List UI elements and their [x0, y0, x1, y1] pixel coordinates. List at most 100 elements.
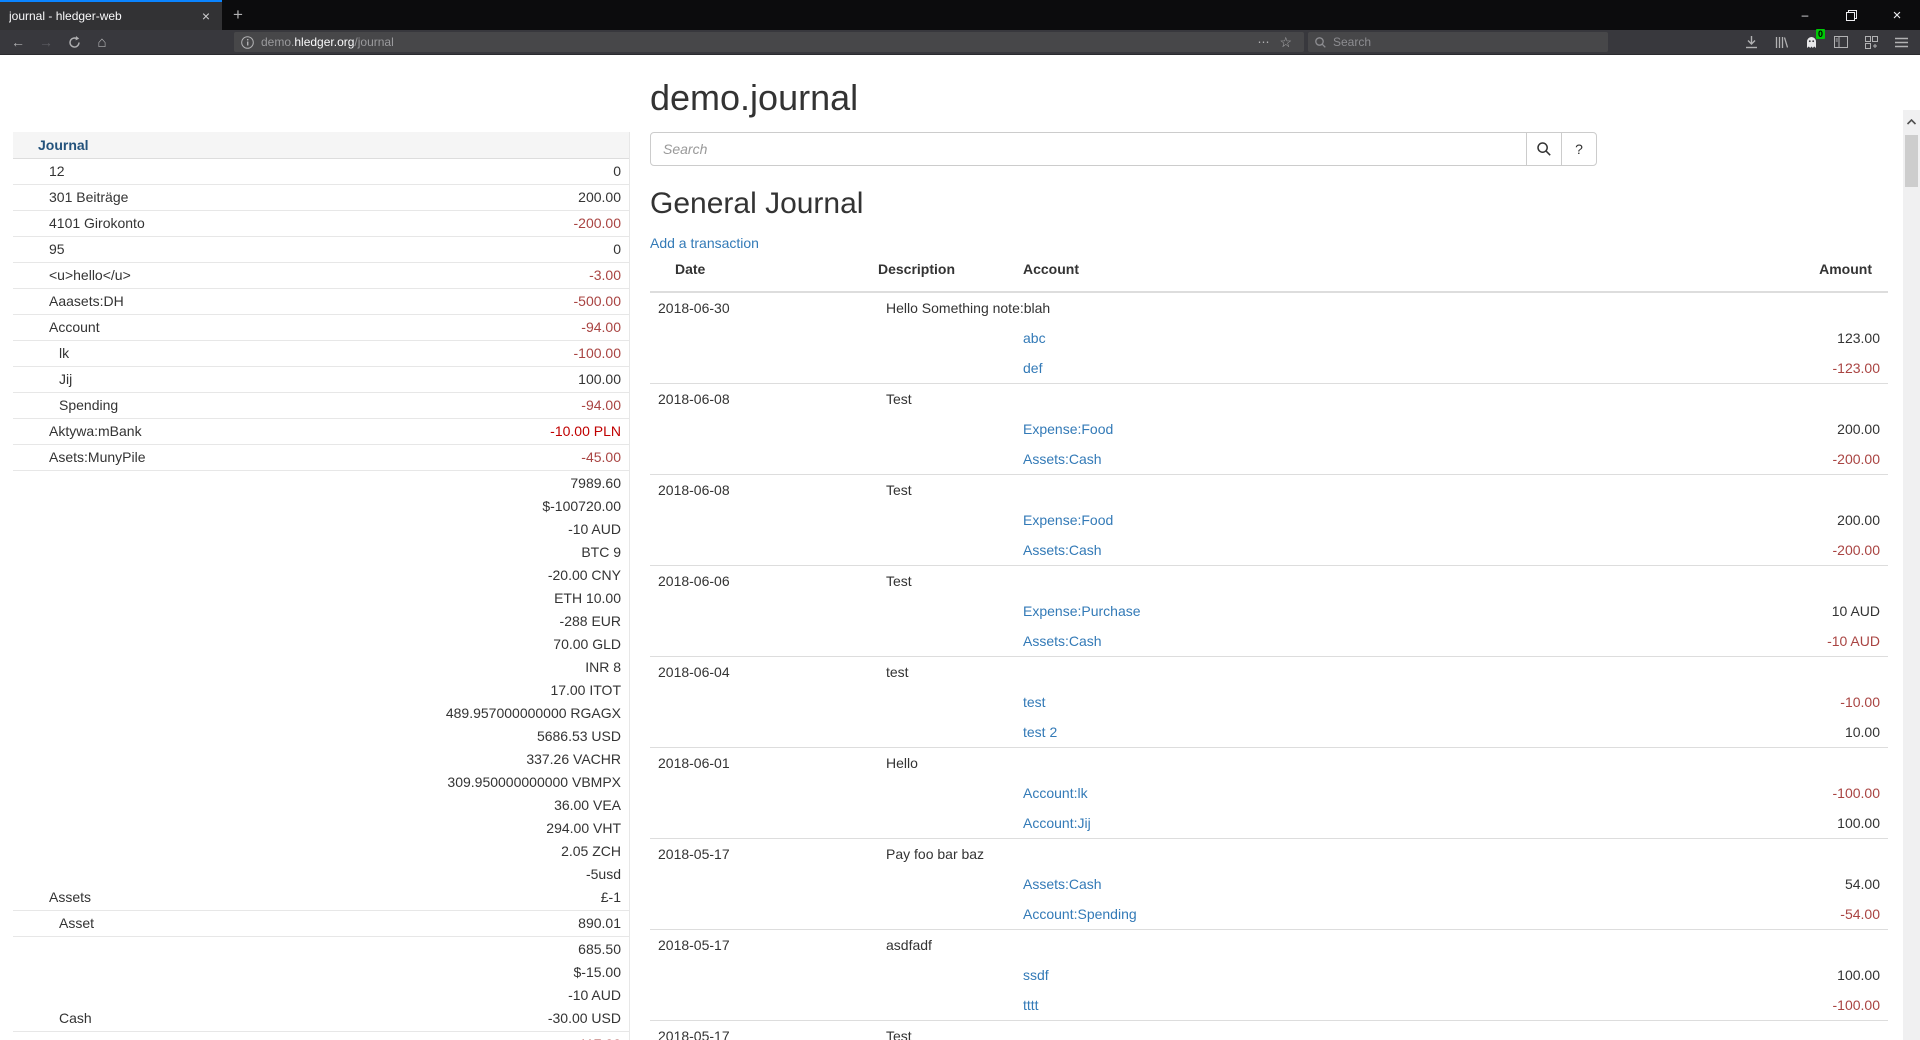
account-balance: 489.957000000000 RGAGX [446, 702, 621, 725]
downloads-icon[interactable] [1736, 31, 1766, 53]
posting-account-link[interactable]: Account:Spending [1023, 906, 1137, 922]
back-icon[interactable]: ← [4, 31, 32, 53]
search-button[interactable] [1526, 132, 1562, 166]
browser-tab[interactable]: journal - hledger-web × [0, 0, 222, 30]
window-restore-button[interactable] [1828, 0, 1874, 30]
sidebar-account-link[interactable]: Jij [13, 368, 578, 391]
posting-account-link[interactable]: test 2 [1023, 724, 1057, 740]
sidebar-account-row: Asset 890.01 [13, 911, 629, 937]
reload-icon[interactable] [60, 31, 88, 53]
sidebar-account-link[interactable]: <u>hello</u> [13, 264, 589, 287]
posting-account-link[interactable]: Assets:Cash [1023, 451, 1102, 467]
tabbar-spacer [254, 0, 1782, 30]
posting-account-link[interactable]: def [1023, 360, 1042, 376]
posting-amount: 200.00 [1672, 505, 1888, 535]
account-balance: 36.00 VEA [446, 794, 621, 817]
sidebar-account-link[interactable]: 301 Beiträge [13, 186, 578, 209]
transaction-date: 2018-06-01 [650, 748, 878, 779]
search-help-button[interactable]: ? [1561, 132, 1597, 166]
account-balance: 100.00 [578, 368, 621, 391]
posting-account-link[interactable]: Expense:Purchase [1023, 603, 1141, 619]
posting-account-link[interactable]: Account:lk [1023, 785, 1088, 801]
home-icon[interactable]: ⌂ [88, 31, 116, 53]
account-balance: ETH 10.00 [446, 587, 621, 610]
sidebar-account-row: 12 0 [13, 159, 629, 185]
posting-account-link[interactable]: Account:Jij [1023, 815, 1091, 831]
section-title: General Journal [650, 187, 1888, 221]
window-minimize-button[interactable]: – [1782, 0, 1828, 30]
posting-account-link[interactable]: Assets:Cash [1023, 633, 1102, 649]
sidebar-account-link[interactable]: lk [13, 342, 574, 365]
new-tab-button[interactable]: + [222, 0, 254, 30]
posting-amount: 200.00 [1672, 414, 1888, 444]
posting-row: Expense:Food 200.00 [650, 505, 1888, 535]
site-info-icon[interactable] [241, 36, 254, 49]
menu-hamburger-icon[interactable] [1886, 31, 1916, 53]
account-balance: -5usd [446, 863, 621, 886]
posting-account-link[interactable]: ssdf [1023, 967, 1049, 983]
posting-account-link[interactable]: Expense:Food [1023, 512, 1113, 528]
sidebar-account-link[interactable]: Aktywa:mBank [13, 420, 550, 443]
sidebar-account-balances: 685.50$-15.00-10 AUD-30.00 USD [548, 938, 629, 1030]
sidebar-account-balances: -3.00 [589, 264, 629, 287]
sidebars-icon[interactable] [1826, 31, 1856, 53]
search-input[interactable] [650, 132, 1527, 166]
account-balance: -500.00 [574, 290, 621, 313]
transaction: 2018-05-17 asdfadf ssdf 100.00 tttt -100… [650, 930, 1888, 1021]
scrollbar-up-icon[interactable] [1903, 114, 1920, 130]
url-domain: hledger.org [294, 35, 354, 49]
sidebar-account-link[interactable]: Cash [13, 1007, 548, 1030]
posting-account-link[interactable]: Expense:Food [1023, 421, 1113, 437]
add-transaction-link[interactable]: Add a transaction [650, 235, 759, 251]
sidebar-account-link[interactable]: Asets:MunyPile [13, 446, 581, 469]
toolbar-search-input[interactable]: Search [1308, 32, 1608, 52]
scrollbar-thumb[interactable] [1905, 135, 1918, 187]
accounts-sidebar: Journal 12 0 301 Beiträge 200.00 4101 Gi… [13, 132, 630, 1040]
url-bar[interactable]: demo.hledger.org/journal ⋯ ☆ [234, 32, 1304, 52]
posting-account-link[interactable]: Assets:Cash [1023, 542, 1102, 558]
posting-amount: -200.00 [1672, 535, 1888, 566]
sidebar-account-link[interactable]: Asset [13, 912, 578, 935]
ghostery-extension-icon[interactable]: 0 [1796, 31, 1826, 53]
forward-icon[interactable]: → [32, 31, 60, 53]
account-balance: 70.00 GLD [446, 633, 621, 656]
main-panel: demo.journal ? General Journal Add a tra… [650, 55, 1888, 1040]
sidebar-account-link[interactable]: 12 [13, 160, 613, 183]
journal-link[interactable]: Journal [38, 137, 89, 153]
scrollbar-track[interactable] [1903, 110, 1920, 1040]
posting-row: Assets:Cash 54.00 [650, 869, 1888, 899]
posting-account-link[interactable]: Assets:Cash [1023, 876, 1102, 892]
sidebar-account-balances: -117.00 [575, 1033, 629, 1040]
sidebar-account-balances: -500.00 [574, 290, 629, 313]
posting-account-link[interactable]: tttt [1023, 997, 1039, 1013]
posting-account-link[interactable]: abc [1023, 330, 1046, 346]
page-actions-icon[interactable]: ⋯ [1252, 35, 1274, 49]
posting-row: Assets:Cash -200.00 [650, 444, 1888, 475]
posting-amount: 10 AUD [1672, 596, 1888, 626]
transaction-title-row: 2018-06-30 Hello Something note:blah [650, 292, 1888, 323]
sidebar-account-balances: 7989.60$-100720.00-10 AUDBTC 9-20.00 CNY… [446, 472, 629, 909]
account-balance: -10.00 PLN [550, 420, 621, 443]
posting-account-link[interactable]: test [1023, 694, 1046, 710]
transaction-title-row: 2018-06-04 test [650, 657, 1888, 688]
sidebar-account-link[interactable]: Assets [13, 886, 446, 909]
account-balance: 685.50 [548, 938, 621, 961]
tab-close-icon[interactable]: × [199, 8, 213, 24]
sidebar-account-balances: 200.00 [578, 186, 629, 209]
transaction-title-row: 2018-05-17 Pay foo bar baz [650, 839, 1888, 870]
browser-chrome: journal - hledger-web × + – × ← → ⌂ demo… [0, 0, 1920, 55]
sidebar-account-row: Spending -94.00 [13, 393, 629, 419]
sidebar-account-balances: -94.00 [581, 316, 629, 339]
sidebar-account-link[interactable]: Spending [13, 394, 581, 417]
sidebar-account-link[interactable]: 4101 Girokonto [13, 212, 574, 235]
posting-row: Assets:Cash -10 AUD [650, 626, 1888, 657]
bookmark-star-icon[interactable]: ☆ [1274, 34, 1297, 51]
sidebar-account-link[interactable]: Account [13, 316, 581, 339]
sidebar-account-link[interactable]: 95 [13, 238, 613, 261]
apps-grid-icon[interactable] [1856, 31, 1886, 53]
sidebar-account-link[interactable]: Aaasets:DH [13, 290, 574, 313]
window-close-button[interactable]: × [1874, 0, 1920, 30]
transaction-title-row: 2018-05-17 asdfadf [650, 930, 1888, 961]
transaction-date: 2018-06-08 [650, 475, 878, 506]
library-icon[interactable] [1766, 31, 1796, 53]
